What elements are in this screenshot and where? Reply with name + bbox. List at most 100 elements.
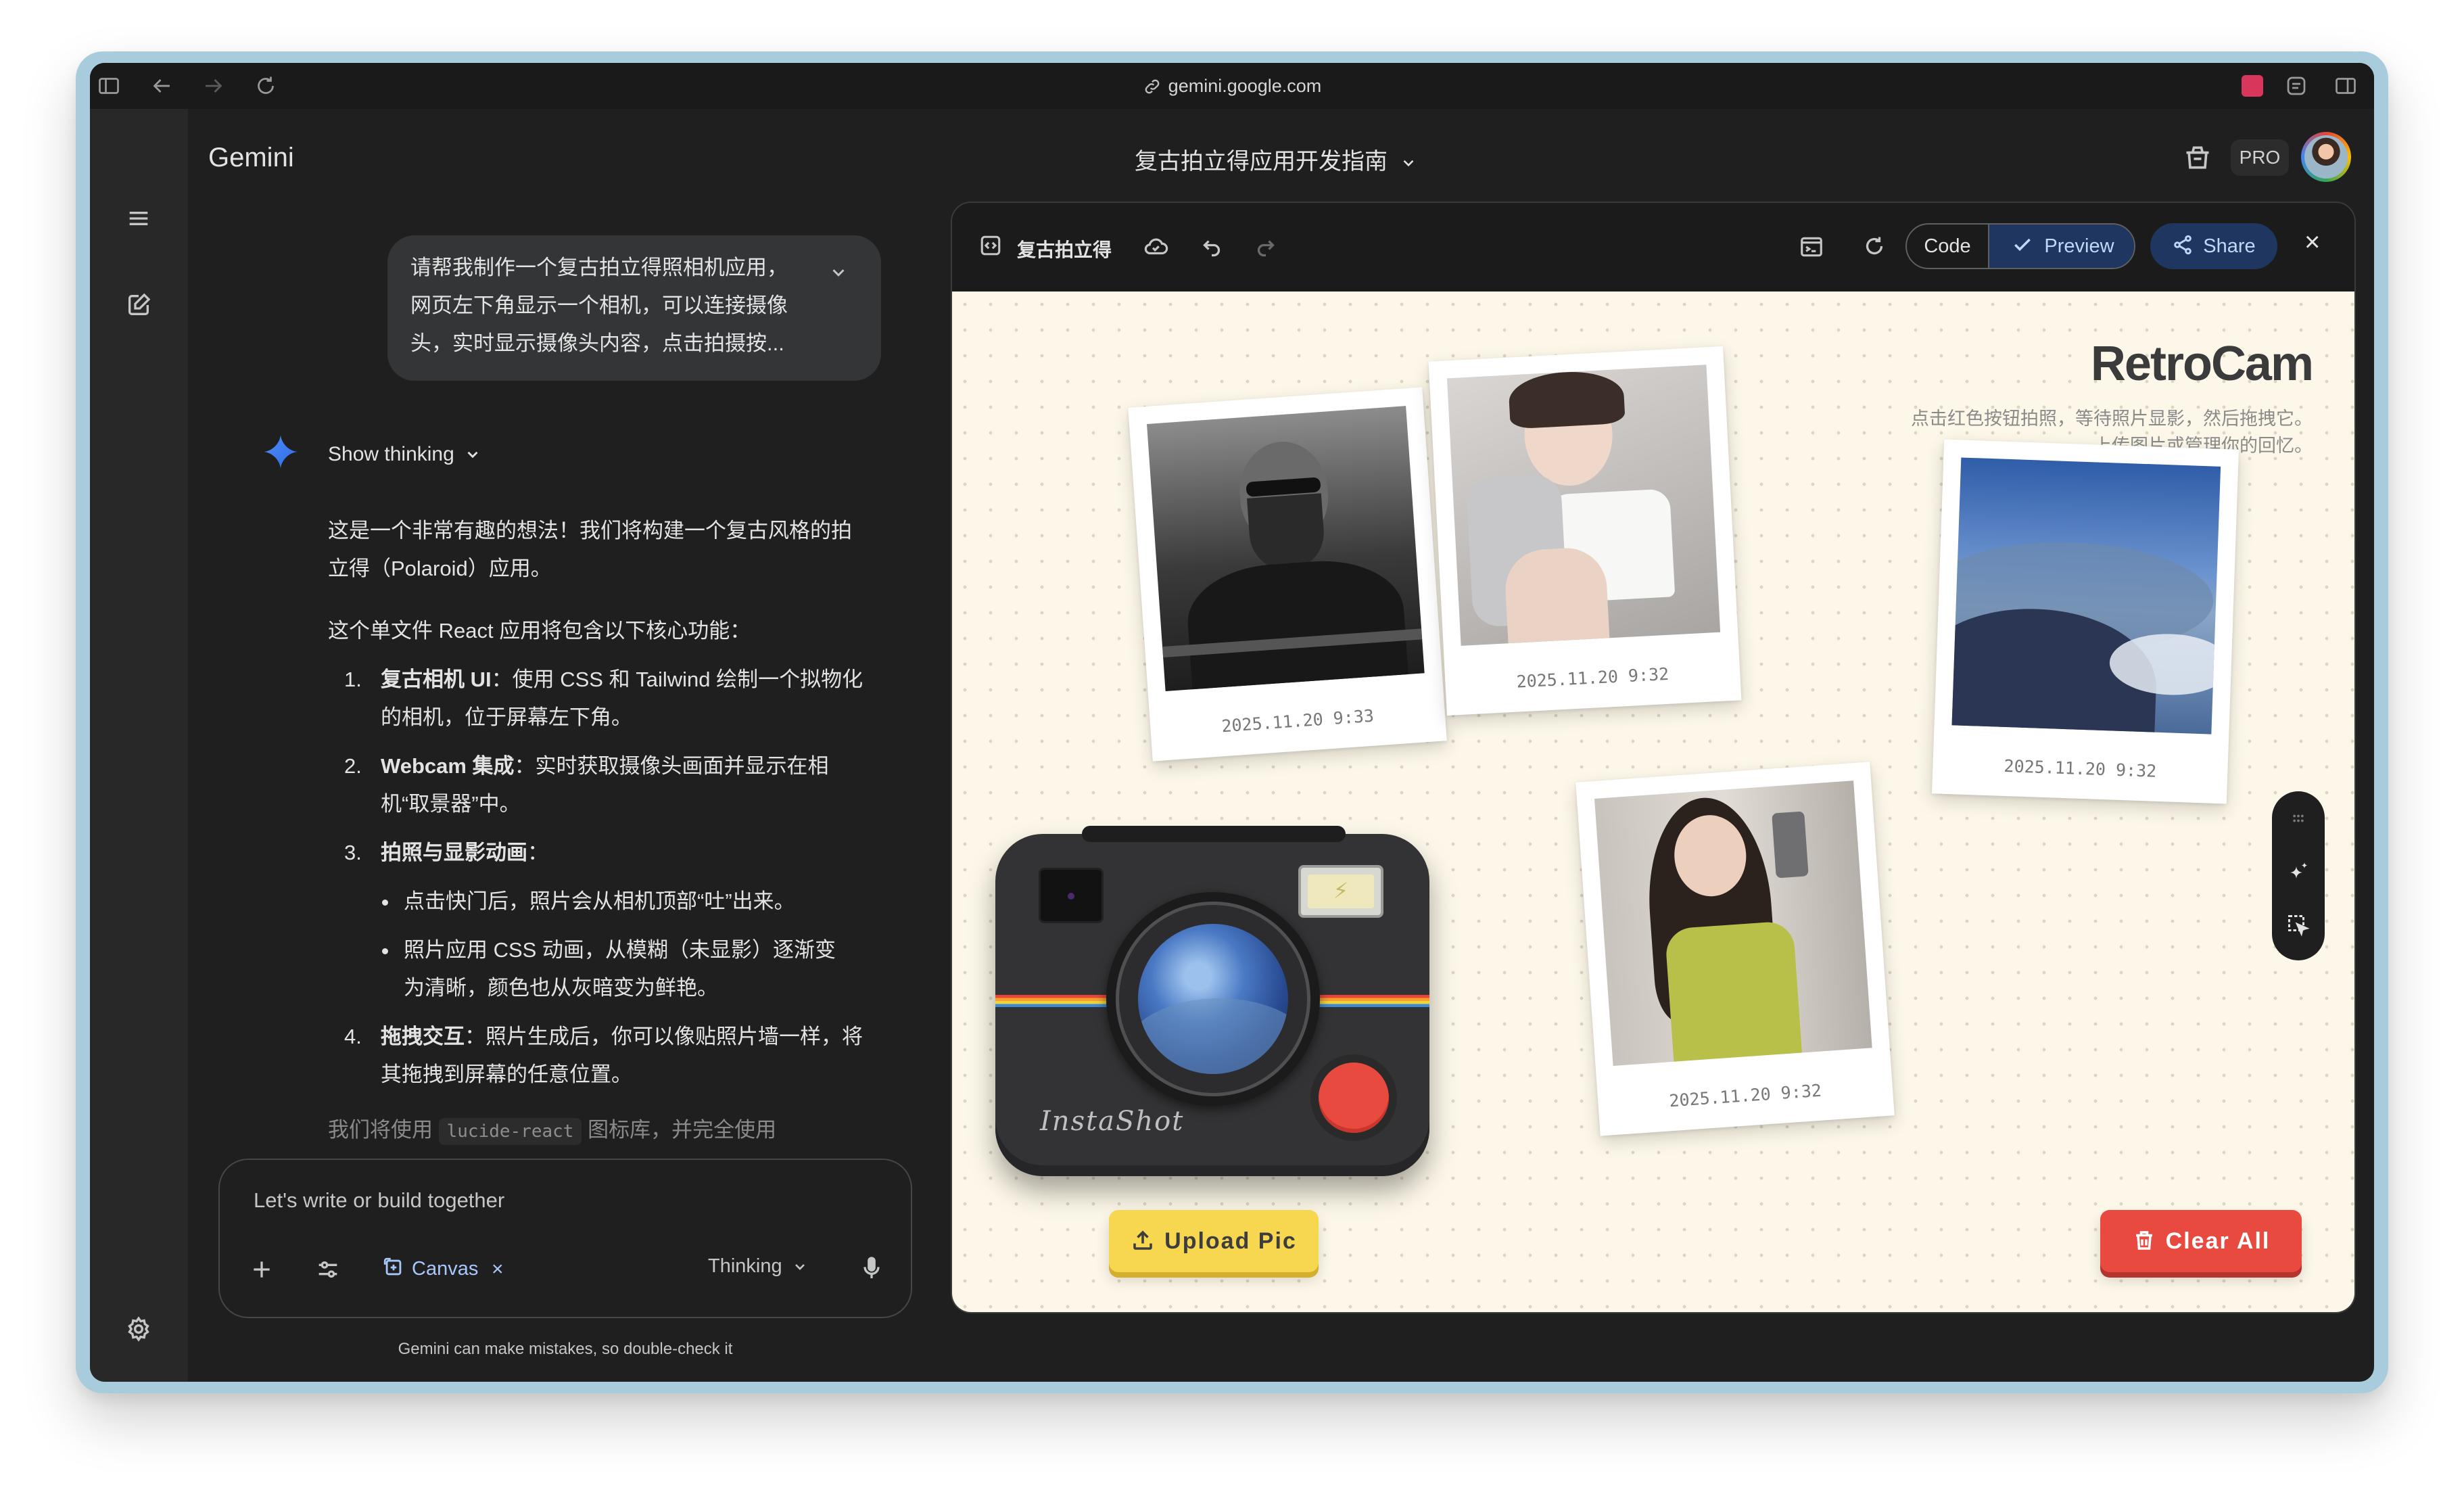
incognito-chat-icon[interactable] xyxy=(2183,143,2212,176)
address-bar[interactable]: gemini.google.com xyxy=(90,74,2374,98)
sub-bullet-text: 照片应用 CSS 动画，从模糊（未显影）逐渐变 为清晰，颜色也从灰暗变为鲜艳。 xyxy=(404,931,877,1007)
photo-hair-shape xyxy=(1507,369,1626,429)
photo-image xyxy=(1594,780,1872,1067)
browser-toolbar: gemini.google.com xyxy=(90,63,2374,109)
tools-sliders-icon[interactable] xyxy=(314,1256,341,1286)
polaroid-photo[interactable]: 2025.11.20 9:32 xyxy=(1931,439,2240,804)
polaroid-photo[interactable]: 2025.11.20 9:33 xyxy=(1128,387,1447,762)
model-mode-selector[interactable]: Thinking xyxy=(708,1255,808,1278)
response-line: 立得（Polaroid）应用。 xyxy=(328,557,552,580)
feature-text: ： xyxy=(527,841,548,864)
conversation-title-text: 复古拍立得应用开发指南 xyxy=(1135,149,1388,174)
chevron-down-icon xyxy=(467,451,478,459)
prompt-input-box[interactable]: Let's write or build together Canvas × T… xyxy=(218,1159,912,1318)
drag-handle-icon[interactable] xyxy=(2289,809,2308,831)
redo-icon[interactable] xyxy=(1254,234,1278,262)
canvas-icon xyxy=(383,1257,402,1276)
response-trailing-text: 我们将使用 lucide-react 图标库，并完全使用 xyxy=(328,1111,882,1149)
browser-window: gemini.google.com Gemini 复古拍立得应用开发指南 PRO… xyxy=(90,63,2374,1382)
close-canvas-button[interactable]: × xyxy=(2304,227,2320,258)
feature-text: 机“取景器”中。 xyxy=(381,792,521,816)
settings-gear-icon[interactable] xyxy=(125,1315,152,1343)
code-box-icon xyxy=(979,234,1002,260)
preview-tab[interactable]: Preview xyxy=(1988,225,2134,268)
feature-number: 4. xyxy=(344,1025,362,1048)
reader-extension-icon[interactable] xyxy=(2284,74,2308,98)
add-plus-icon[interactable] xyxy=(248,1256,275,1286)
photo-date: 2025.11.20 9:32 xyxy=(1515,663,1669,692)
app-name[interactable]: Gemini xyxy=(208,143,294,173)
feature-body: 复古相机 UI：使用 CSS 和 Tailwind 绘制一个拟物化 的相机，位于屏… xyxy=(381,661,881,737)
show-thinking-toggle[interactable]: Show thinking xyxy=(328,443,481,466)
ai-sparkle-edit-icon[interactable] xyxy=(2286,860,2311,888)
code-preview-toggle: Code Preview xyxy=(1905,223,2135,269)
photo-image xyxy=(1147,406,1425,692)
show-thinking-label: Show thinking xyxy=(328,443,454,465)
photo-legs-shape xyxy=(1503,546,1610,644)
feature-title: Webcam 集成 xyxy=(381,754,515,778)
photo-phone-shape xyxy=(1772,811,1809,879)
canvas-chip-label: Canvas xyxy=(412,1258,479,1280)
code-tab[interactable]: Code xyxy=(1907,225,1988,268)
camera-brand: InstaShot xyxy=(1040,1106,1185,1137)
select-element-icon[interactable] xyxy=(2286,913,2311,941)
gemini-sparkle-icon xyxy=(262,434,299,473)
feature-number: 1. xyxy=(344,668,362,691)
sub-bullet-line: 为清晰，颜色也从灰暗变为鲜艳。 xyxy=(404,976,718,1000)
expand-message-icon[interactable] xyxy=(828,262,849,286)
camera-lens xyxy=(1106,892,1320,1106)
menu-icon[interactable] xyxy=(125,205,152,232)
new-chat-icon[interactable] xyxy=(125,292,152,319)
feature-body: 拖拽交互：照片生成后，你可以像贴照片墙一样，将 其拖拽到屏幕的任意位置。 xyxy=(381,1018,881,1094)
user-message-text: 请帮我制作一个复古拍立得照相机应用， 网页左下角显示一个相机，可以连接摄像 头，… xyxy=(410,249,816,363)
share-icon xyxy=(2174,235,2192,255)
features-intro: 这个单文件 React 应用将包含以下核心功能： xyxy=(328,619,751,643)
photo-date: 2025.11.20 9:32 xyxy=(1668,1080,1822,1111)
upload-pic-label: Upload Pic xyxy=(1164,1228,1297,1254)
app-preview: RetroCam 点击红色按钮拍照，等待照片显影，然后拖拽它。 上传图片或管理你… xyxy=(952,292,2354,1312)
canvas-remove-button[interactable]: × xyxy=(492,1258,504,1281)
cloud-save-icon[interactable] xyxy=(1143,234,1168,263)
share-button[interactable]: Share xyxy=(2150,223,2277,269)
feature-text: ：实时获取摄像头画面并显示在相 xyxy=(514,754,829,778)
clear-all-button[interactable]: Clear All xyxy=(2100,1210,2302,1272)
viewfinder-dot xyxy=(1068,893,1074,900)
prompt-placeholder[interactable]: Let's write or build together xyxy=(254,1188,504,1213)
feature-title: 拖拽交互 xyxy=(381,1025,465,1048)
pro-badge[interactable]: PRO xyxy=(2231,139,2289,176)
canvas-title[interactable]: 复古拍立得 xyxy=(1017,235,1112,262)
undo-icon[interactable] xyxy=(1200,234,1224,262)
disclaimer-text: Gemini can make mistakes, so double-chec… xyxy=(398,1340,733,1358)
split-view-icon[interactable] xyxy=(2333,74,2358,98)
polaroid-photo[interactable]: 2025.11.20 9:32 xyxy=(1428,346,1742,716)
shutter-button[interactable] xyxy=(1319,1063,1389,1133)
chevron-down-icon xyxy=(1403,160,1414,167)
model-mode-label: Thinking xyxy=(708,1255,782,1277)
refresh-icon[interactable] xyxy=(1862,234,1887,262)
flash: ⚡ xyxy=(1298,865,1383,918)
translate-extension-icon[interactable] xyxy=(2242,75,2263,97)
polaroid-photo[interactable]: 2025.11.20 9:32 xyxy=(1575,762,1895,1136)
photo-date: 2025.11.20 9:32 xyxy=(2004,755,2157,781)
url-text: gemini.google.com xyxy=(1168,76,1322,96)
avatar[interactable] xyxy=(2301,132,2351,182)
feature-text: ：使用 CSS 和 Tailwind 绘制一个拟物化 xyxy=(491,668,863,691)
shutter-housing xyxy=(1310,1054,1397,1141)
photo-date: 2025.11.20 9:33 xyxy=(1221,705,1375,737)
upload-pic-button[interactable]: Upload Pic xyxy=(1109,1210,1319,1272)
canvas-toolbar: 复古拍立得 Code Preview Share × xyxy=(952,203,2354,292)
photo-beard-shape xyxy=(1247,493,1327,573)
photo-dress-shape xyxy=(1664,920,1802,1062)
photo-image xyxy=(1446,365,1721,646)
canvas-tool-chip[interactable]: Canvas xyxy=(382,1256,478,1280)
avatar-image xyxy=(2304,135,2348,179)
feature-number: 2. xyxy=(344,754,362,778)
console-icon[interactable] xyxy=(1799,234,1824,263)
sub-bullet-line: 照片应用 CSS 动画，从模糊（未显影）逐渐变 xyxy=(404,938,836,962)
feature-number: 3. xyxy=(344,841,362,864)
share-button-label: Share xyxy=(2203,235,2256,257)
user-message-bubble: 请帮我制作一个复古拍立得照相机应用， 网页左下角显示一个相机，可以连接摄像 头，… xyxy=(387,235,881,381)
conversation-title[interactable]: 复古拍立得应用开发指南 xyxy=(1135,143,1417,176)
microphone-icon[interactable] xyxy=(858,1255,885,1285)
user-message-line: 网页左下角显示一个相机，可以连接摄像 xyxy=(410,294,788,317)
